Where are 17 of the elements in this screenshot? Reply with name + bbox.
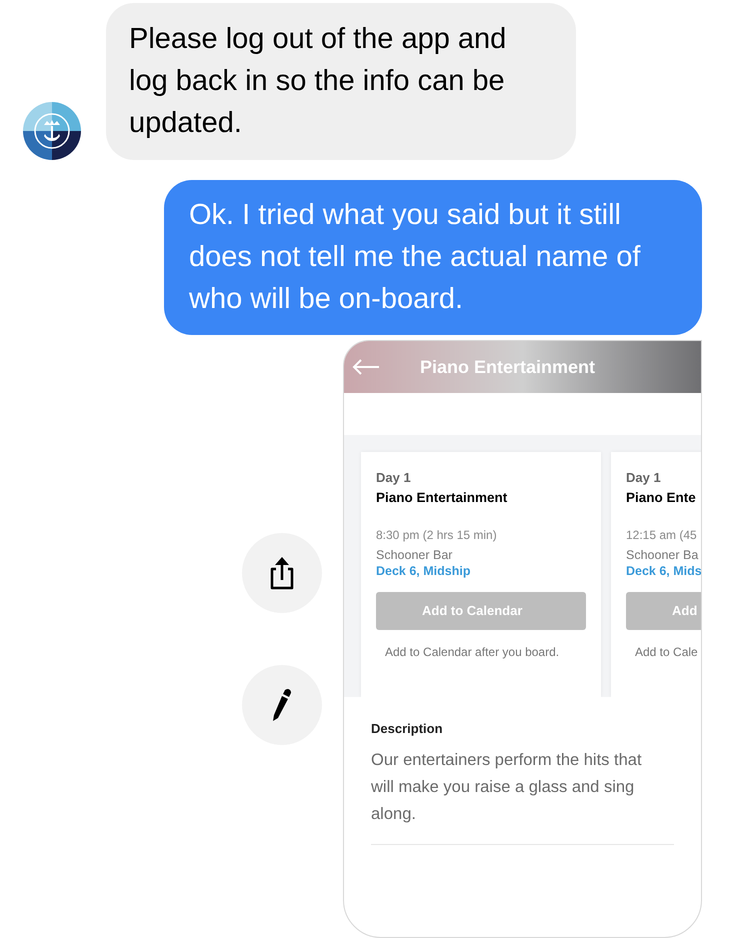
event-time: 8:30 pm (2 hrs 15 min) bbox=[376, 527, 498, 544]
description-text: Our entertainers perform the hits that will make you raise a glass and sing along. bbox=[371, 750, 643, 824]
day-label: Day 1 bbox=[376, 469, 412, 487]
event-title: Piano Entertainment bbox=[376, 489, 508, 507]
event-title: Piano Ente bbox=[626, 489, 697, 507]
logo-avatar bbox=[23, 102, 81, 160]
description-label: Description bbox=[371, 720, 444, 738]
venue-label: Schooner Bar bbox=[376, 547, 454, 563]
message-bubble: Please log out of the app and log back in so the info can be updated. bbox=[106, 3, 576, 160]
header-title: Piano Entertainment bbox=[420, 356, 596, 378]
day-label: Day 1 bbox=[626, 469, 662, 487]
message-bubble: Ok. I tried what you said but it still does not tell me the actual name of who will be on-board. bbox=[164, 180, 702, 335]
event-time: 12:15 am (45 bbox=[626, 527, 698, 544]
pencil-icon bbox=[271, 687, 293, 723]
venue-label: Schooner Ba bbox=[626, 547, 700, 563]
calendar-note: Add to Calendar after you board. bbox=[384, 644, 560, 660]
calendar-note: Add to Cale bbox=[634, 644, 699, 660]
